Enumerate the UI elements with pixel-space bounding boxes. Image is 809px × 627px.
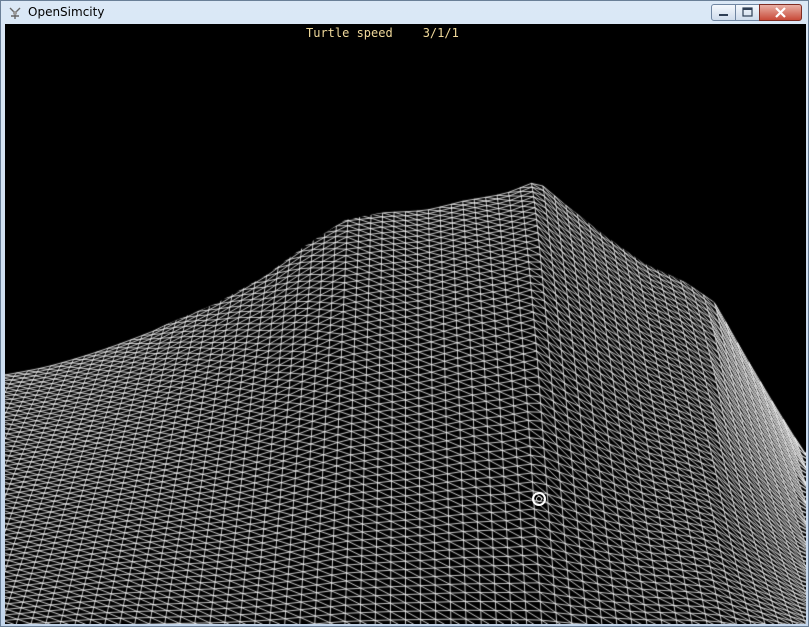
hud-label: Turtle speed	[306, 26, 393, 40]
app-icon	[9, 7, 21, 19]
hud-status: Turtle speed 3/1/1	[306, 26, 459, 41]
terrain-wireframe	[5, 24, 806, 624]
maximize-icon	[742, 7, 753, 17]
cursor-ring-icon	[532, 492, 546, 506]
close-icon	[775, 7, 786, 18]
window-controls	[711, 4, 802, 21]
app-window: OpenSimcity Turtle speed 3/1/1	[0, 0, 809, 627]
maximize-button[interactable]	[735, 4, 760, 21]
window-title: OpenSimcity	[28, 5, 105, 19]
hud-value: 3/1/1	[422, 26, 459, 40]
minimize-icon	[719, 14, 728, 16]
minimize-button[interactable]	[711, 4, 736, 21]
title-bar[interactable]: OpenSimcity	[1, 1, 808, 24]
terrain-viewport[interactable]: Turtle speed 3/1/1	[5, 24, 806, 624]
close-button[interactable]	[759, 4, 802, 21]
